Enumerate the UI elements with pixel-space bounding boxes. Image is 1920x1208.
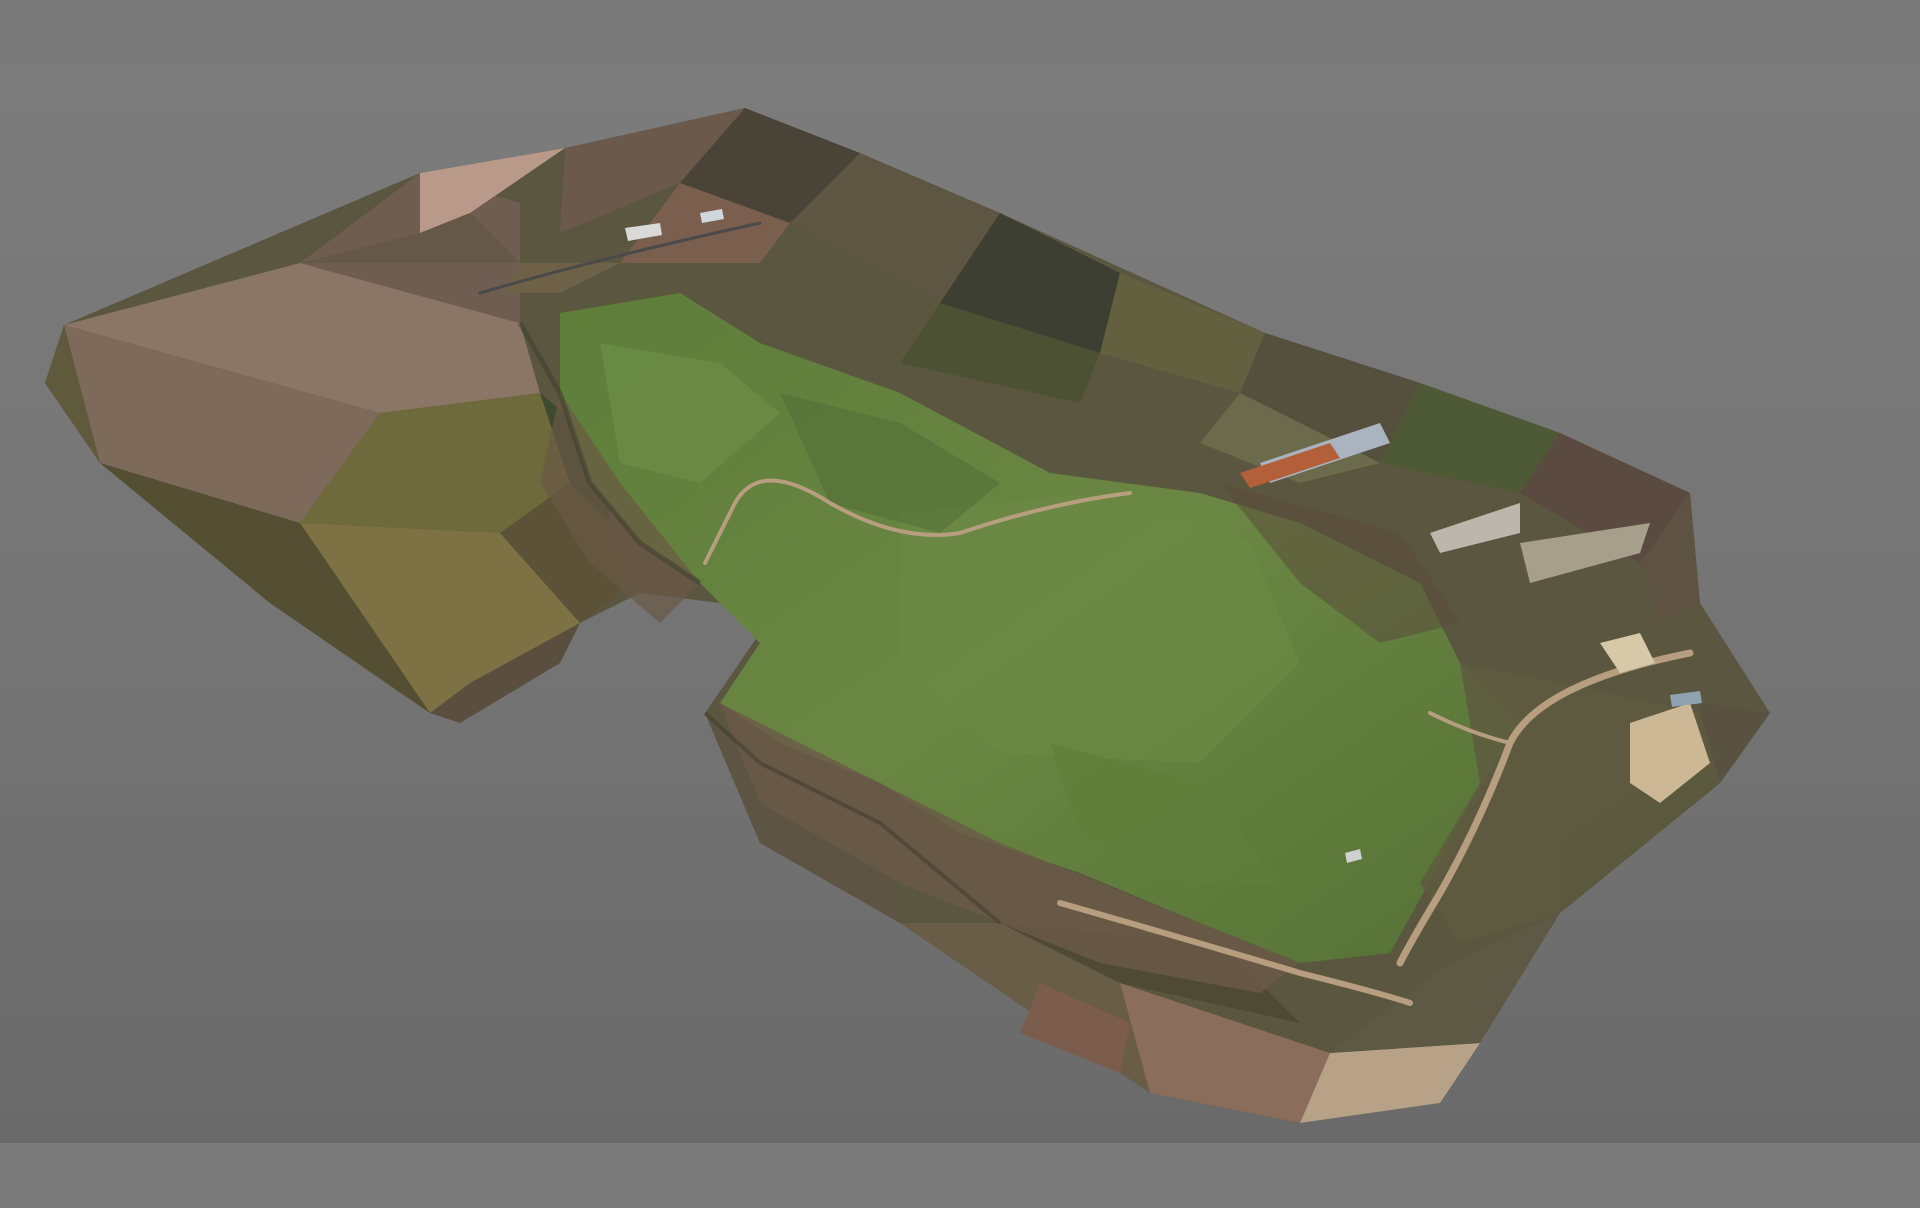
top-toolbar	[0, 0, 1920, 63]
terrain-model[interactable]	[0, 63, 1920, 1143]
bottom-status-bar	[0, 1143, 1920, 1208]
3d-viewport[interactable]	[0, 63, 1920, 1143]
